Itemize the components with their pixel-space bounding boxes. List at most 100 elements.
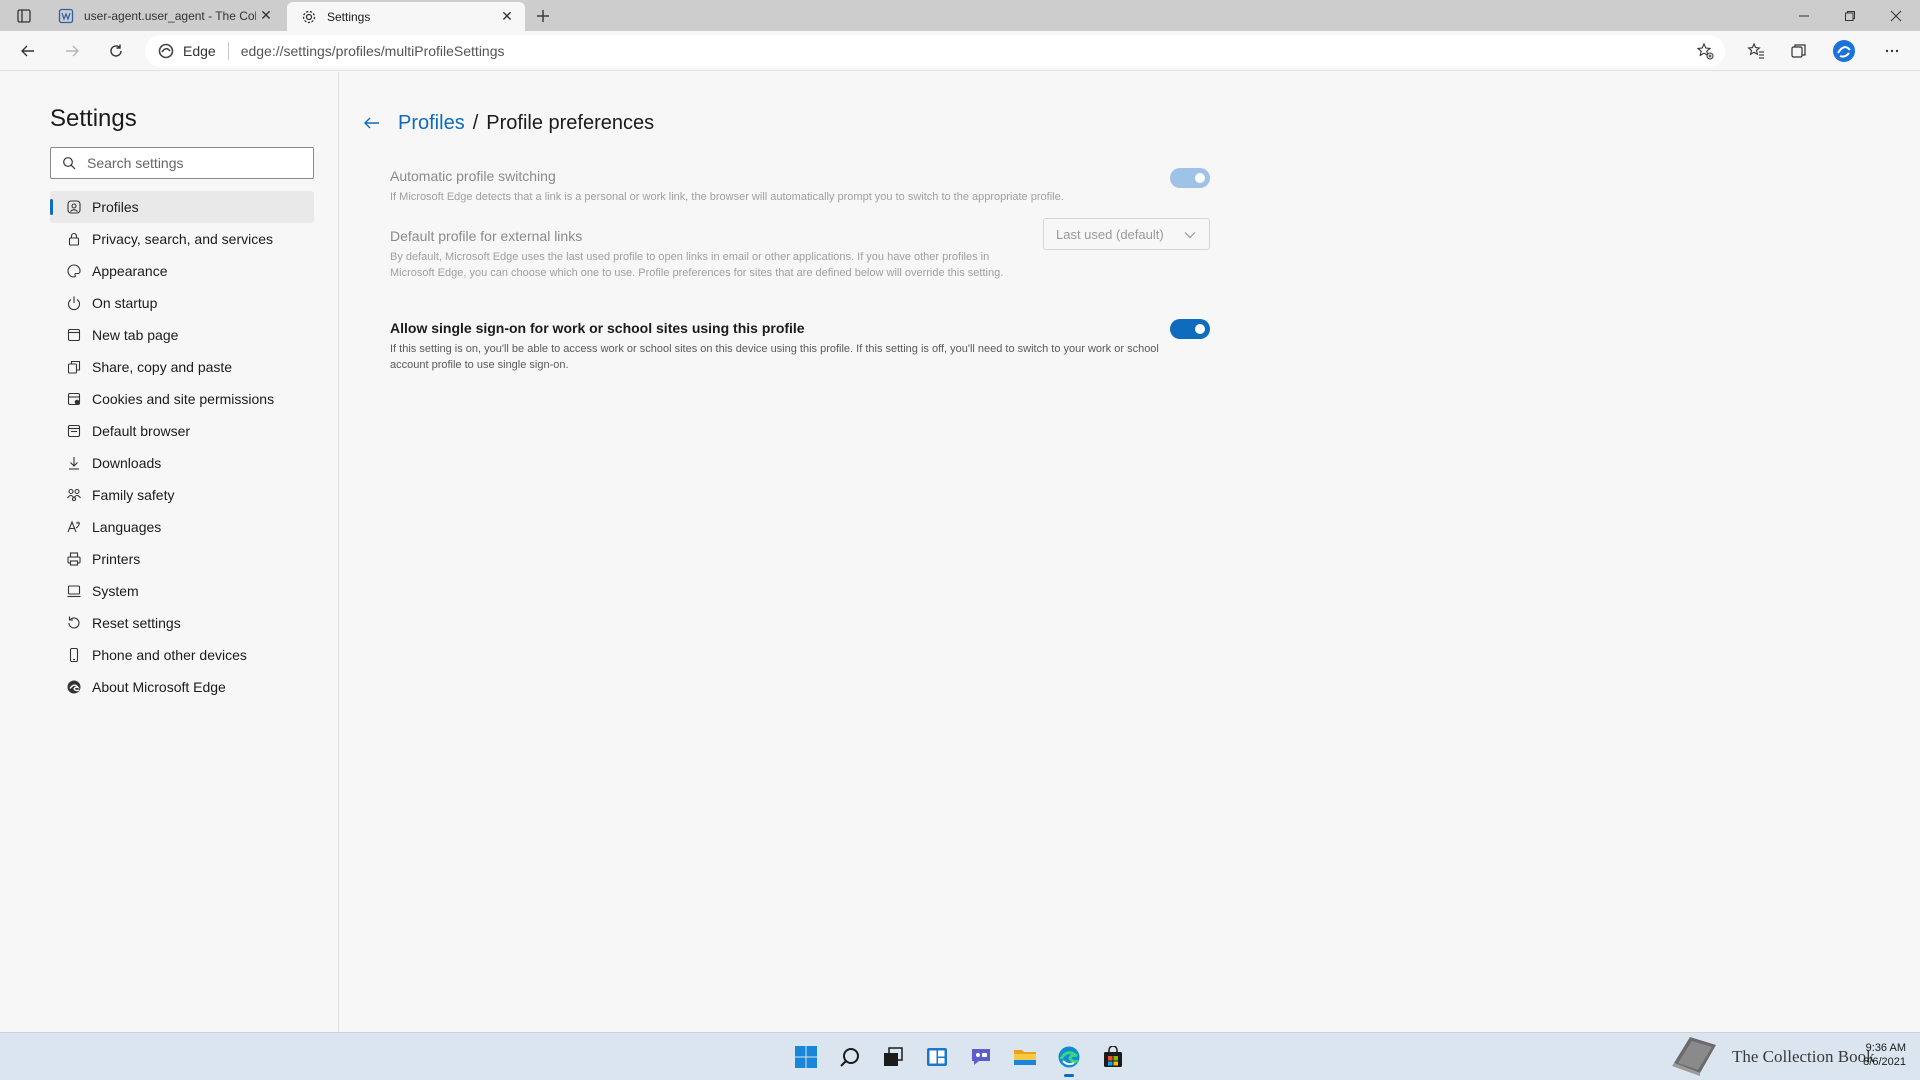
palette-icon	[50, 263, 92, 279]
sidebar-item-label: Reset settings	[92, 615, 181, 631]
breadcrumb-separator: /	[472, 111, 479, 134]
reset-icon	[50, 615, 92, 631]
back-button[interactable]	[12, 35, 44, 67]
settings-sidebar: Settings Profiles Privacy, search, and s…	[0, 72, 339, 1032]
automatic-switching-toggle[interactable]	[1170, 168, 1210, 188]
profile-avatar-icon[interactable]	[1828, 35, 1860, 67]
sidebar-item-label: On startup	[92, 295, 158, 311]
cookies-icon	[50, 391, 92, 407]
printer-icon	[50, 551, 92, 567]
sidebar-item-label: Languages	[92, 519, 162, 535]
setting-automatic-profile-switching: Automatic profile switching If Microsoft…	[390, 168, 1240, 205]
sidebar-item-label: Profiles	[92, 199, 139, 215]
sidebar-item-label: Privacy, search, and services	[92, 231, 274, 247]
tab-settings[interactable]: Settings ✕	[287, 2, 525, 31]
sidebar-item-label: Printers	[92, 551, 141, 567]
family-icon	[50, 487, 92, 503]
close-window-icon[interactable]	[1873, 0, 1919, 31]
search-input[interactable]	[87, 155, 307, 171]
new-tab-button[interactable]	[530, 3, 556, 29]
setting-description: If this setting is on, you'll be able to…	[390, 343, 1159, 371]
sidebar-item-label: Appearance	[92, 263, 168, 279]
sidebar-item-family[interactable]: Family safety	[50, 479, 314, 511]
sidebar-item-languages[interactable]: Languages	[50, 511, 314, 543]
chevron-down-icon	[1183, 228, 1197, 242]
url-text[interactable]: edge://settings/profiles/multiProfileSet…	[241, 43, 505, 59]
single-sign-on-toggle[interactable]	[1170, 319, 1210, 339]
refresh-button[interactable]	[100, 35, 132, 67]
sidebar-item-label: New tab page	[92, 327, 179, 343]
sidebar-item-share[interactable]: Share, copy and paste	[50, 351, 314, 383]
breadcrumb-profiles-link[interactable]: Profiles	[398, 112, 465, 135]
edge-icon	[50, 679, 92, 695]
divider	[227, 42, 229, 60]
close-tab-icon[interactable]: ✕	[497, 7, 517, 27]
close-tab-icon[interactable]: ✕	[256, 6, 276, 26]
share-icon	[50, 359, 92, 375]
browser-icon	[50, 423, 92, 439]
add-favorite-icon[interactable]	[1695, 41, 1715, 61]
tab-strip: user-agent.user_agent - The Coll ✕ Setti…	[0, 0, 1920, 31]
minimize-icon[interactable]	[1781, 0, 1827, 31]
chat-icon[interactable]	[965, 1041, 997, 1073]
sidebar-item-label: Share, copy and paste	[92, 359, 233, 375]
setting-single-sign-on: Allow single sign-on for work or school …	[390, 320, 1190, 373]
setting-description: By default, Microsoft Edge uses the last…	[390, 251, 1004, 279]
sidebar-item-reset[interactable]: Reset settings	[50, 607, 314, 639]
default-profile-dropdown[interactable]: Last used (default)	[1043, 218, 1210, 250]
restore-icon[interactable]	[1827, 0, 1873, 31]
start-icon[interactable]	[790, 1041, 822, 1073]
favorites-icon[interactable]	[1740, 35, 1772, 67]
sidebar-item-printers[interactable]: Printers	[50, 543, 314, 575]
document-icon	[58, 8, 74, 24]
phone-icon	[50, 647, 92, 663]
clock-date: 8/6/2021	[1863, 1056, 1906, 1068]
sidebar-item-cookies[interactable]: Cookies and site permissions	[50, 383, 314, 415]
power-icon	[50, 295, 92, 311]
task-view-icon[interactable]	[877, 1041, 909, 1073]
book-icon	[1668, 1033, 1720, 1080]
address-bar[interactable]: Edge edge://settings/profiles/multiProfi…	[145, 35, 1725, 67]
toggle-knob	[1195, 173, 1205, 183]
sidebar-item-label: Downloads	[92, 455, 162, 471]
page-title: Profile preferences	[486, 111, 655, 134]
system-clock[interactable]: 9:36 AM 8/6/2021	[1863, 1041, 1906, 1069]
sidebar-item-new-tab-page[interactable]: New tab page	[50, 319, 314, 351]
sidebar-item-downloads[interactable]: Downloads	[50, 447, 314, 479]
forward-button[interactable]	[56, 35, 88, 67]
sidebar-item-label: System	[92, 583, 139, 599]
sidebar-item-label: Cookies and site permissions	[92, 391, 275, 407]
edge-icon[interactable]	[1053, 1041, 1085, 1077]
dropdown-value: Last used (default)	[1056, 226, 1164, 242]
collections-icon[interactable]	[1783, 35, 1815, 67]
more-menu-icon[interactable]	[1876, 35, 1908, 67]
setting-description: If Microsoft Edge detects that a link is…	[390, 191, 1064, 203]
profile-icon	[50, 199, 92, 215]
system-icon	[50, 583, 92, 599]
settings-nav: Profiles Privacy, search, and services A…	[50, 191, 314, 703]
sidebar-item-privacy[interactable]: Privacy, search, and services	[50, 223, 314, 255]
toggle-knob	[1195, 324, 1205, 334]
setting-default-profile-external-links: Default profile for external links By de…	[390, 228, 1030, 281]
sidebar-item-about[interactable]: About Microsoft Edge	[50, 671, 314, 703]
tab-user-agent[interactable]: user-agent.user_agent - The Coll ✕	[44, 0, 284, 31]
clock-time: 9:36 AM	[1865, 1042, 1906, 1054]
search-icon[interactable]	[834, 1041, 866, 1073]
sidebar-item-default-browser[interactable]: Default browser	[50, 415, 314, 447]
sidebar-item-system[interactable]: System	[50, 575, 314, 607]
sidebar-item-label: Family safety	[92, 487, 175, 503]
sidebar-item-profiles[interactable]: Profiles	[50, 191, 314, 223]
back-arrow-icon[interactable]	[358, 111, 386, 135]
search-box[interactable]	[50, 147, 314, 179]
sidebar-item-appearance[interactable]: Appearance	[50, 255, 314, 287]
site-label: Edge	[183, 43, 216, 59]
setting-title: Default profile for external links	[390, 228, 583, 244]
file-explorer-icon[interactable]	[1009, 1041, 1041, 1073]
sidebar-item-phone[interactable]: Phone and other devices	[50, 639, 314, 671]
store-icon[interactable]	[1097, 1041, 1129, 1073]
widgets-icon[interactable]	[921, 1041, 953, 1073]
sidebar-item-startup[interactable]: On startup	[50, 287, 314, 319]
settings-content: Profiles / Profile preferences Automatic…	[340, 72, 1920, 1032]
watermark-text: The Collection Book	[1732, 1047, 1875, 1066]
tab-actions-icon[interactable]	[10, 5, 38, 27]
